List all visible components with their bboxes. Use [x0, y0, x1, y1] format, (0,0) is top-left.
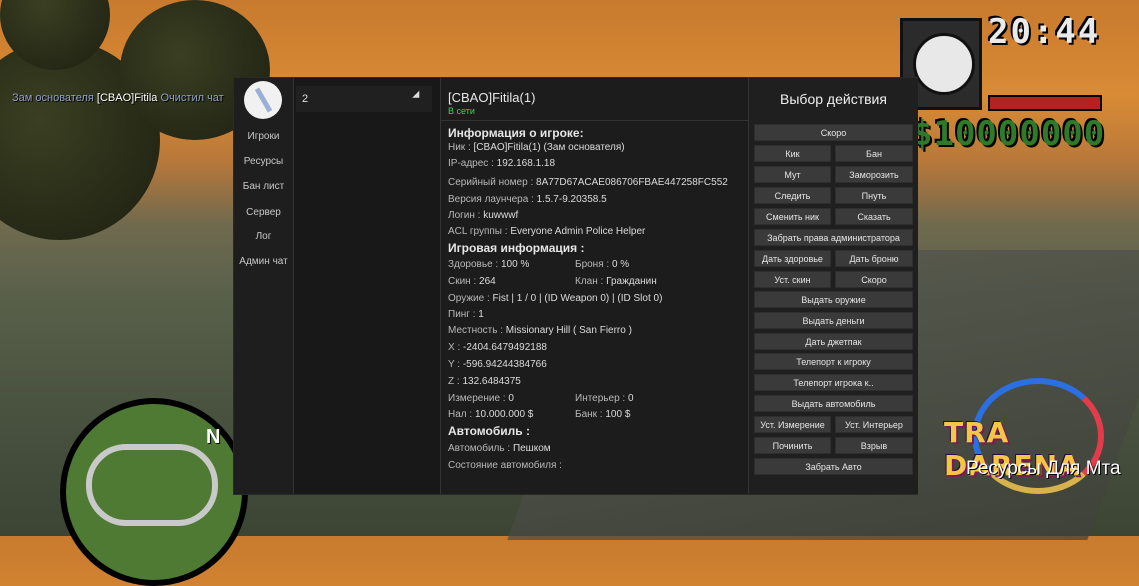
set-interior-button[interactable]: Уст. Интерьер	[835, 416, 913, 433]
health-bar	[988, 95, 1102, 111]
info-weapon: Оружие : Fist | 1 / 0 | (ID Weapon 0) | …	[448, 293, 663, 304]
actions-panel: Выбор действия Скоро Кик Бан Мут Замороз…	[748, 78, 918, 494]
info-launcher: Версия лаунчера : 1.5.7-9.20358.5	[448, 194, 607, 205]
player-status: В сети	[448, 106, 475, 116]
avatar	[244, 81, 282, 119]
chat-line: Зам основателя [CBAO]Fitila Очистил чат	[12, 92, 224, 104]
info-vehicle: Автомобиль : Пешком	[448, 443, 551, 454]
set-dimension-button[interactable]: Уст. Измерение	[754, 416, 831, 433]
info-vehicle-state: Состояние автомобиля :	[448, 460, 562, 471]
give-jetpack-button[interactable]: Дать джетпак	[754, 333, 913, 350]
soon-button[interactable]: Скоро	[754, 124, 913, 141]
repair-button[interactable]: Починить	[754, 437, 831, 454]
info-dimension: Измерение : 0	[448, 393, 514, 404]
nav-item-admin-chat[interactable]: Админ чат	[234, 256, 293, 267]
info-ip: IP-адрес : 192.168.1.18	[448, 158, 556, 169]
take-admin-button[interactable]: Забрать права администратора	[754, 229, 913, 246]
hud-clock: 20:44	[988, 12, 1101, 52]
info-cash: Нал : 10.000.000 $	[448, 409, 534, 420]
info-x: X : -2404.6479492188	[448, 342, 547, 353]
info-bank: Банк : 100 $	[575, 409, 631, 420]
chat-prefix: Зам основателя	[12, 92, 94, 104]
mute-button[interactable]: Мут	[754, 166, 831, 183]
nav-item-players[interactable]: Игроки	[234, 131, 293, 142]
give-armor-button[interactable]: Дать броню	[835, 250, 913, 267]
nav-item-server[interactable]: Сервер	[234, 207, 293, 218]
spectate-button[interactable]: Следить	[754, 187, 831, 204]
info-clan: Клан : Гражданин	[575, 276, 657, 287]
teleport-player-to-button[interactable]: Телепорт игрока к..	[754, 374, 913, 391]
slap-button[interactable]: Пнуть	[835, 187, 913, 204]
give-weapon-button[interactable]: Выдать оружие	[754, 291, 913, 308]
freeze-button[interactable]: Заморозить	[835, 166, 913, 183]
soon-button-2[interactable]: Скоро	[835, 271, 913, 288]
nav-item-log[interactable]: Лог	[234, 231, 293, 242]
minimap-north-label: N	[206, 426, 221, 448]
info-location: Местность : Missionary Hill ( San Fierro…	[448, 325, 632, 336]
admin-panel: Игроки Ресурсы Бан лист Сервер Лог Админ…	[233, 77, 918, 495]
take-vehicle-button[interactable]: Забрать Авто	[754, 458, 913, 475]
change-nick-button[interactable]: Сменить ник	[754, 208, 831, 225]
player-search-input[interactable]: 2	[296, 86, 432, 112]
panel-nav: Игроки Ресурсы Бан лист Сервер Лог Админ…	[234, 78, 294, 494]
info-serial: Серийный номер : 8A77D67ACAE086706FBAE44…	[448, 177, 728, 188]
give-money-button[interactable]: Выдать деньги	[754, 312, 913, 329]
hud-money: $10000000	[912, 114, 1106, 154]
give-health-button[interactable]: Дать здоровье	[754, 250, 831, 267]
info-interior: Интерьер : 0	[575, 393, 634, 404]
chat-message: Очистил чат	[160, 92, 224, 104]
section-player-info: Информация о игроке:	[448, 126, 584, 140]
explode-button[interactable]: Взрыв	[835, 437, 913, 454]
section-vehicle: Автомобиль :	[448, 424, 530, 438]
info-armor: Броня : 0 %	[575, 259, 630, 270]
say-button[interactable]: Сказать	[835, 208, 913, 225]
nav-item-banlist[interactable]: Бан лист	[234, 181, 293, 192]
tradarena-logo: TRA DARENA Ресурсы Для Мта	[944, 378, 1134, 494]
info-ping: Пинг : 1	[448, 309, 484, 320]
logo-subtitle: Ресурсы Для Мта	[966, 458, 1121, 479]
teleport-to-player-button[interactable]: Телепорт к игроку	[754, 353, 913, 370]
set-skin-button[interactable]: Уст. скин	[754, 271, 831, 288]
chat-nick: [CBAO]Fitila	[96, 92, 158, 104]
section-game-info: Игровая информация :	[448, 241, 585, 255]
info-nick: Ник : [CBAO]Fitila(1) (Зам основателя)	[448, 142, 625, 153]
info-y: Y : -596.94244384766	[448, 359, 547, 370]
info-z: Z : 132.6484375	[448, 376, 521, 387]
ban-button[interactable]: Бан	[835, 145, 913, 162]
player-list: 2	[294, 78, 441, 494]
kick-button[interactable]: Кик	[754, 145, 831, 162]
give-vehicle-button[interactable]: Выдать автомобиль	[754, 395, 913, 412]
info-skin: Скин : 264	[448, 276, 496, 287]
info-acl: ACL группы : Everyone Admin Police Helpe…	[448, 226, 646, 237]
player-name: [CBAO]Fitila(1)	[448, 90, 536, 105]
player-info-panel: [CBAO]Fitila(1) В сети Информация о игро…	[441, 78, 748, 494]
player-header: [CBAO]Fitila(1) В сети	[441, 78, 748, 121]
actions-title: Выбор действия	[780, 91, 887, 107]
info-health: Здоровье : 100 %	[448, 259, 530, 270]
info-login: Логин : kuwwwf	[448, 210, 519, 221]
nav-item-resources[interactable]: Ресурсы	[234, 156, 293, 167]
